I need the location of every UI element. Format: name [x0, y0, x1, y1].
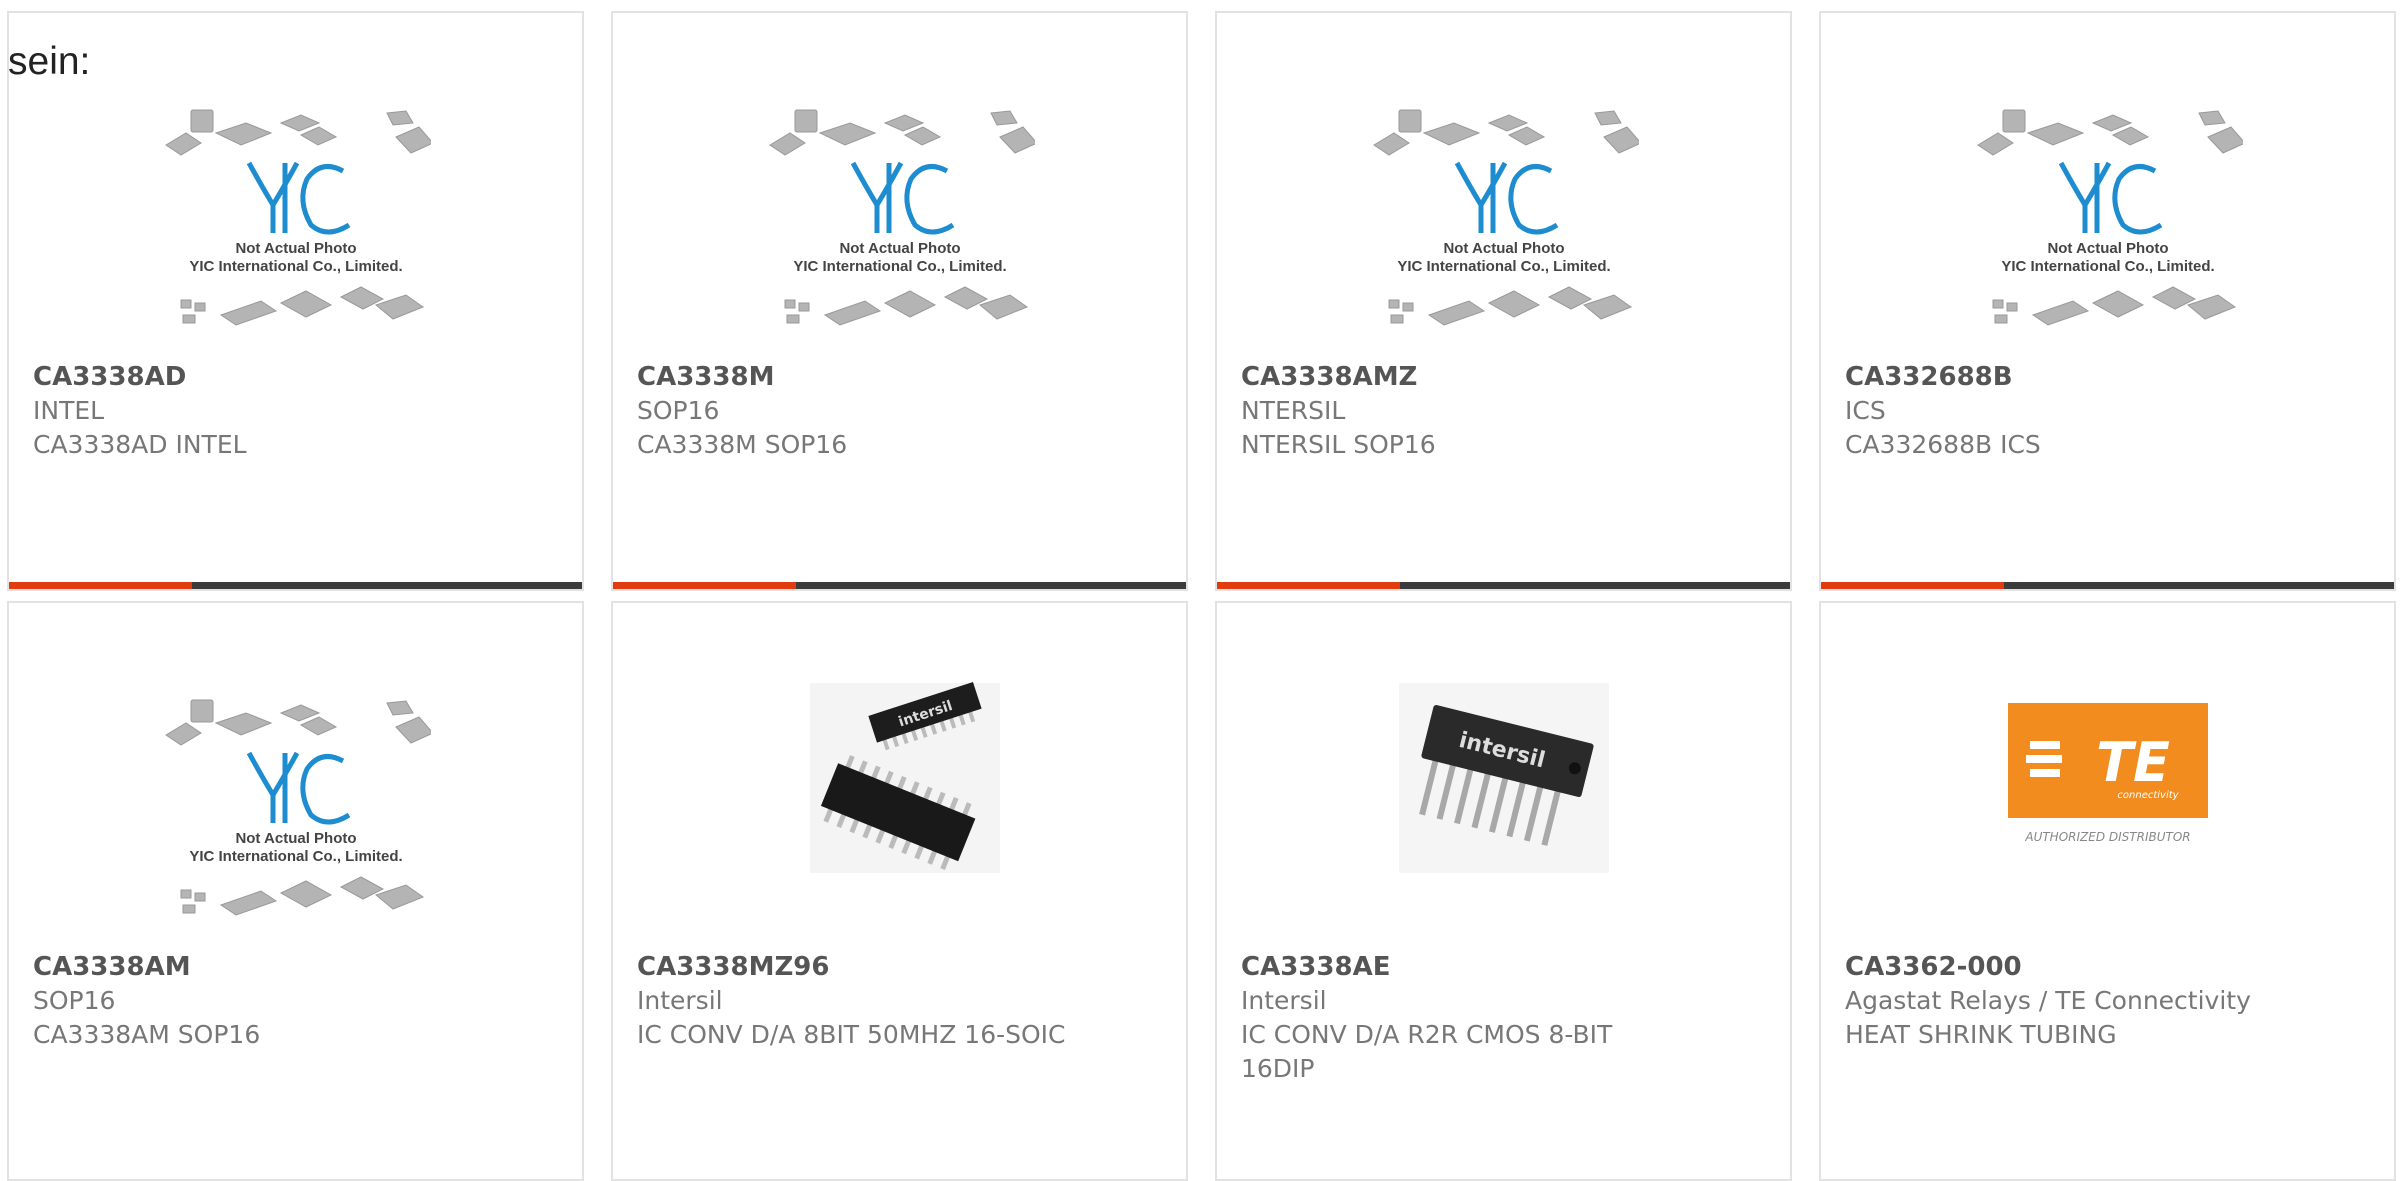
dip-chip-icon: intersil	[1398, 683, 1609, 873]
svg-text:Not Actual Photo: Not Actual Photo	[839, 240, 960, 257]
manufacturer: Agastat Relays / TE Connectivity	[1845, 986, 2251, 1015]
manufacturer: Intersil	[637, 986, 723, 1015]
manufacturer: INTEL	[33, 396, 105, 425]
part-number[interactable]: CA3338AD	[33, 360, 558, 394]
product-card[interactable]: Not Actual Photo YIC International Co., …	[611, 11, 1188, 591]
description: NTERSIL SOP16	[1241, 430, 1436, 459]
description: CA3338M SOP16	[637, 430, 848, 459]
intro-text: sein:	[8, 40, 91, 83]
product-image: Not Actual Photo YIC International Co., …	[1821, 105, 2394, 355]
product-card[interactable]: intersil CA3338AE Intersil IC CONV D/A R…	[1215, 601, 1792, 1181]
svg-text:Not Actual Photo: Not Actual Photo	[235, 240, 356, 257]
svg-text:YIC International Co., Limited: YIC International Co., Limited.	[189, 848, 402, 865]
manufacturer: Intersil	[1241, 986, 1327, 1015]
product-card[interactable]: intersil CA3338MZ96 Intersil IC CONV D/A…	[611, 601, 1188, 1181]
product-image: intersil	[613, 673, 1186, 883]
yic-placeholder-icon: Not Actual Photo YIC International Co., …	[1372, 109, 1639, 326]
description: CA3338AM SOP16	[33, 1020, 261, 1049]
yic-placeholder-icon: Not Actual Photo YIC International Co., …	[164, 109, 431, 326]
product-image: TE connectivity AUTHORIZED DISTRIBUTOR	[1821, 703, 2394, 853]
product-image: Not Actual Photo YIC International Co., …	[613, 105, 1186, 355]
part-number[interactable]: CA3338AM	[33, 950, 558, 984]
description: IC CONV D/A 8BIT 50MHZ 16-SOIC	[637, 1020, 1066, 1049]
svg-text:Not Actual Photo: Not Actual Photo	[2047, 240, 2168, 257]
svg-text:TE: TE	[2096, 731, 2170, 794]
manufacturer: ICS	[1845, 396, 1886, 425]
product-card[interactable]: Not Actual Photo YIC International Co., …	[1819, 11, 2396, 591]
yic-placeholder-icon: Not Actual Photo YIC International Co., …	[768, 109, 1035, 326]
manufacturer: SOP16	[33, 986, 116, 1015]
svg-text:Not Actual Photo: Not Actual Photo	[235, 830, 356, 847]
description: HEAT SHRINK TUBING	[1845, 1020, 2117, 1049]
yic-placeholder-icon: Not Actual Photo YIC International Co., …	[164, 699, 431, 916]
card-footer-bar	[1217, 582, 1790, 589]
part-number[interactable]: CA3338M	[637, 360, 1162, 394]
svg-text:Not Actual Photo: Not Actual Photo	[1443, 240, 1564, 257]
product-image: Not Actual Photo YIC International Co., …	[9, 105, 582, 355]
manufacturer: SOP16	[637, 396, 720, 425]
part-number[interactable]: CA3362-000	[1845, 950, 2370, 984]
product-card[interactable]: TE connectivity AUTHORIZED DISTRIBUTOR C…	[1819, 601, 2396, 1181]
manufacturer: NTERSIL	[1241, 396, 1346, 425]
te-connectivity-logo-icon: TE connectivity AUTHORIZED DISTRIBUTOR	[2007, 703, 2208, 844]
product-image: Not Actual Photo YIC International Co., …	[9, 695, 582, 945]
description: CA332688B ICS	[1845, 430, 2041, 459]
svg-text:connectivity: connectivity	[2117, 790, 2179, 801]
product-image: intersil	[1217, 673, 1790, 883]
card-footer-bar	[9, 582, 582, 589]
product-card[interactable]: Not Actual Photo YIC International Co., …	[1215, 11, 1792, 591]
svg-text:YIC International Co., Limited: YIC International Co., Limited.	[793, 258, 1006, 275]
svg-text:AUTHORIZED DISTRIBUTOR: AUTHORIZED DISTRIBUTOR	[2024, 830, 2190, 844]
part-number[interactable]: CA3338AMZ	[1241, 360, 1766, 394]
product-card[interactable]: Not Actual Photo YIC International Co., …	[7, 601, 584, 1181]
part-number[interactable]: CA332688B	[1845, 360, 2370, 394]
product-image: Not Actual Photo YIC International Co., …	[1217, 105, 1790, 355]
product-card[interactable]: Not Actual Photo YIC International Co., …	[7, 11, 584, 591]
svg-text:YIC International Co., Limited: YIC International Co., Limited.	[1397, 258, 1610, 275]
card-footer-bar	[1821, 582, 2394, 589]
svg-text:YIC International Co., Limited: YIC International Co., Limited.	[189, 258, 402, 275]
svg-text:YIC International Co., Limited: YIC International Co., Limited.	[2001, 258, 2214, 275]
part-number[interactable]: CA3338MZ96	[637, 950, 1162, 984]
yic-placeholder-icon: Not Actual Photo YIC International Co., …	[1976, 109, 2243, 326]
card-footer-bar	[613, 582, 1186, 589]
description: CA3338AD INTEL	[33, 430, 247, 459]
soic-chip-icon: intersil	[809, 681, 1000, 873]
part-number[interactable]: CA3338AE	[1241, 950, 1766, 984]
description: IC CONV D/A R2R CMOS 8-BIT 16DIP	[1241, 1020, 1613, 1083]
